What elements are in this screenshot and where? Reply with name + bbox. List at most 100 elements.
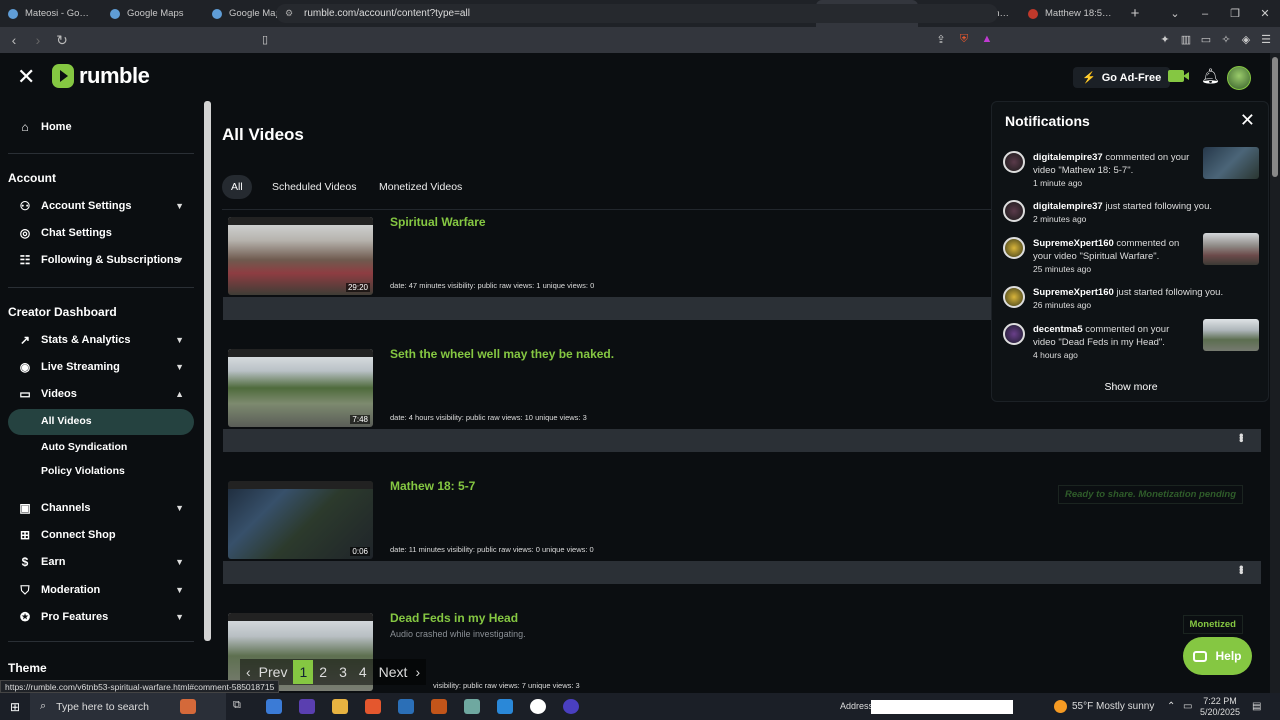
prev-label: Prev [258,664,288,680]
filter-all[interactable]: All [222,175,252,199]
page-1-button[interactable]: 1 [293,660,314,684]
upload-video-icon[interactable] [1168,70,1189,82]
app-icon[interactable] [563,699,579,714]
video-title[interactable]: Spiritual Warfare [390,215,486,229]
file-explorer-icon[interactable] [332,699,348,714]
reload-icon[interactable]: ↻ [52,32,72,49]
channels-icon: ▣ [19,501,31,515]
help-button[interactable]: Help [1183,637,1252,675]
sidebar-item-channels[interactable]: ▣ Channels ▼ [18,498,188,518]
back-icon[interactable]: ‹ [4,32,24,48]
network-icon[interactable]: ▭ [1183,701,1192,712]
visual-studio-icon[interactable] [398,699,414,714]
sidebar-item-home[interactable]: ⌂ Home [18,117,188,137]
share-icon[interactable]: ⇪ [934,33,948,46]
brave-shield-icon[interactable]: ⛨ [957,33,971,45]
chevron-down-icon[interactable]: ⌄ [1160,7,1190,20]
more-options-icon[interactable]: ••• [1234,433,1249,441]
sidebar-item-chat-settings[interactable]: ◎ Chat Settings [18,223,188,243]
copilot-icon[interactable] [266,699,282,714]
address-toolbar-label: Address [840,701,874,711]
video-duration: 29:20 [345,283,370,292]
sidebar-item-videos[interactable]: ▭ Videos ▲ [18,384,188,404]
more-options-icon[interactable]: ••• [1234,565,1249,573]
search-placeholder: Type here to search [56,700,149,713]
leo-ai-icon[interactable]: ✧ [1219,33,1233,46]
forward-icon[interactable]: › [28,32,48,48]
filter-monetized-videos[interactable]: Monetized Videos [370,175,471,199]
close-menu-icon[interactable]: ✕ [17,64,35,90]
video-title[interactable]: Seth the wheel well may they be naked. [390,347,614,361]
next-label: Next [378,664,408,680]
windows-start-icon[interactable]: ⊞ [10,700,20,714]
app-icon[interactable] [464,699,480,714]
trend-icon: ↗ [19,333,31,347]
notification-thumbnail [1203,319,1259,351]
wallet-icon[interactable]: ▭ [1199,33,1213,46]
sidebar-item-auto-syndication[interactable]: Auto Syndication [41,441,127,453]
page-2-button[interactable]: 2 [313,660,333,684]
browser-tab[interactable]: Matthew 18:5-7 Fo [1020,0,1122,27]
close-icon[interactable]: ✕ [1240,110,1255,131]
address-toolbar-input[interactable] [871,700,1013,714]
sidebar-scrollbar[interactable] [204,101,211,641]
minimize-icon[interactable]: – [1190,8,1220,20]
site-info-icon[interactable]: ⚙ [285,8,293,19]
notification-time: 2 minutes ago [1033,214,1087,224]
page-3-button[interactable]: 3 [333,660,353,684]
video-title[interactable]: Mathew 18: 5-7 [390,479,475,493]
chevron-down-icon: ▼ [175,335,184,345]
theme-heading: Theme [8,661,47,675]
app-icon[interactable] [299,699,315,714]
maps-pin-icon [110,8,120,19]
url-bar[interactable]: ⚙ rumble.com/account/content?type=all [276,4,998,23]
bookmark-icon[interactable]: ▯ [258,33,272,46]
sidebar-toggle-icon[interactable]: ▥ [1179,33,1193,46]
show-more-button[interactable]: Show more [992,381,1270,393]
extensions-icon[interactable]: ✦ [1158,33,1172,46]
sidebar-item-all-videos[interactable]: All Videos [41,415,92,427]
sidebar-item-earn[interactable]: $ Earn ▼ [18,552,188,572]
app-icon[interactable] [431,699,447,714]
browser-menu-icon[interactable]: ☰ [1259,33,1273,46]
sidebar-item-following[interactable]: ☷ Following & Subscriptions ▼ [18,250,188,270]
video-title[interactable]: Dead Feds in my Head [390,611,518,625]
sidebar-item-live-streaming[interactable]: ◉ Live Streaming ▼ [18,357,188,377]
sidebar-item-policy-violations[interactable]: Policy Violations [41,465,125,477]
video-thumbnail[interactable]: 7:48 [228,349,373,427]
rumble-logo[interactable]: rumble [52,63,150,89]
maximize-icon[interactable]: ❐ [1220,7,1250,20]
video-thumbnail[interactable]: 0:06 [228,481,373,559]
sidebar-item-account-settings[interactable]: ⚇ Account Settings ▼ [18,196,188,216]
task-view-icon[interactable]: ⧉ [233,699,249,714]
browser-tab[interactable]: Google Maps [102,0,204,27]
weather-widget-icon[interactable] [180,699,196,714]
tray-expand-icon[interactable]: ⌃ [1167,701,1175,712]
rewards-icon[interactable]: ▲ [980,33,994,45]
sidebar-item-stats[interactable]: ↗ Stats & Analytics ▼ [18,330,188,350]
sidebar-item-moderation[interactable]: ⛉ Moderation ▼ [18,580,188,600]
app-icon[interactable] [497,699,513,714]
notification-center-icon[interactable]: ▤ [1252,701,1261,712]
bell-icon[interactable]: 🔔︎ [1201,67,1220,85]
browser-tab[interactable]: Mateosi - Google M [0,0,102,27]
star-badge-icon: ✪ [19,610,31,624]
notification-time: 26 minutes ago [1033,300,1092,310]
media-player-icon[interactable] [530,699,546,714]
clock[interactable]: 7:22 PM 5/20/2025 [1200,695,1240,718]
close-window-icon[interactable]: ✕ [1250,7,1280,20]
brave-icon[interactable] [365,699,381,714]
go-ad-free-button[interactable]: ⚡ Go Ad-Free [1073,67,1171,88]
avatar[interactable] [1227,66,1251,90]
video-thumbnail[interactable]: 29:20 [228,217,373,295]
sidebar-item-connect-shop[interactable]: ⊞ Connect Shop [18,525,188,545]
page-scrollbar[interactable] [1270,53,1280,693]
next-page-button[interactable]: Next › [373,660,426,684]
vpn-icon[interactable]: ◈ [1239,33,1253,46]
filter-scheduled-videos[interactable]: Scheduled Videos [263,175,365,199]
sidebar-item-pro-features[interactable]: ✪ Pro Features ▼ [18,607,188,627]
taskbar-search[interactable]: ⌕ Type here to search [30,693,226,720]
weather-widget[interactable]: 55°F Mostly sunny [1054,700,1154,713]
page-4-button[interactable]: 4 [353,660,373,684]
new-tab-button[interactable]: + [1122,5,1148,22]
